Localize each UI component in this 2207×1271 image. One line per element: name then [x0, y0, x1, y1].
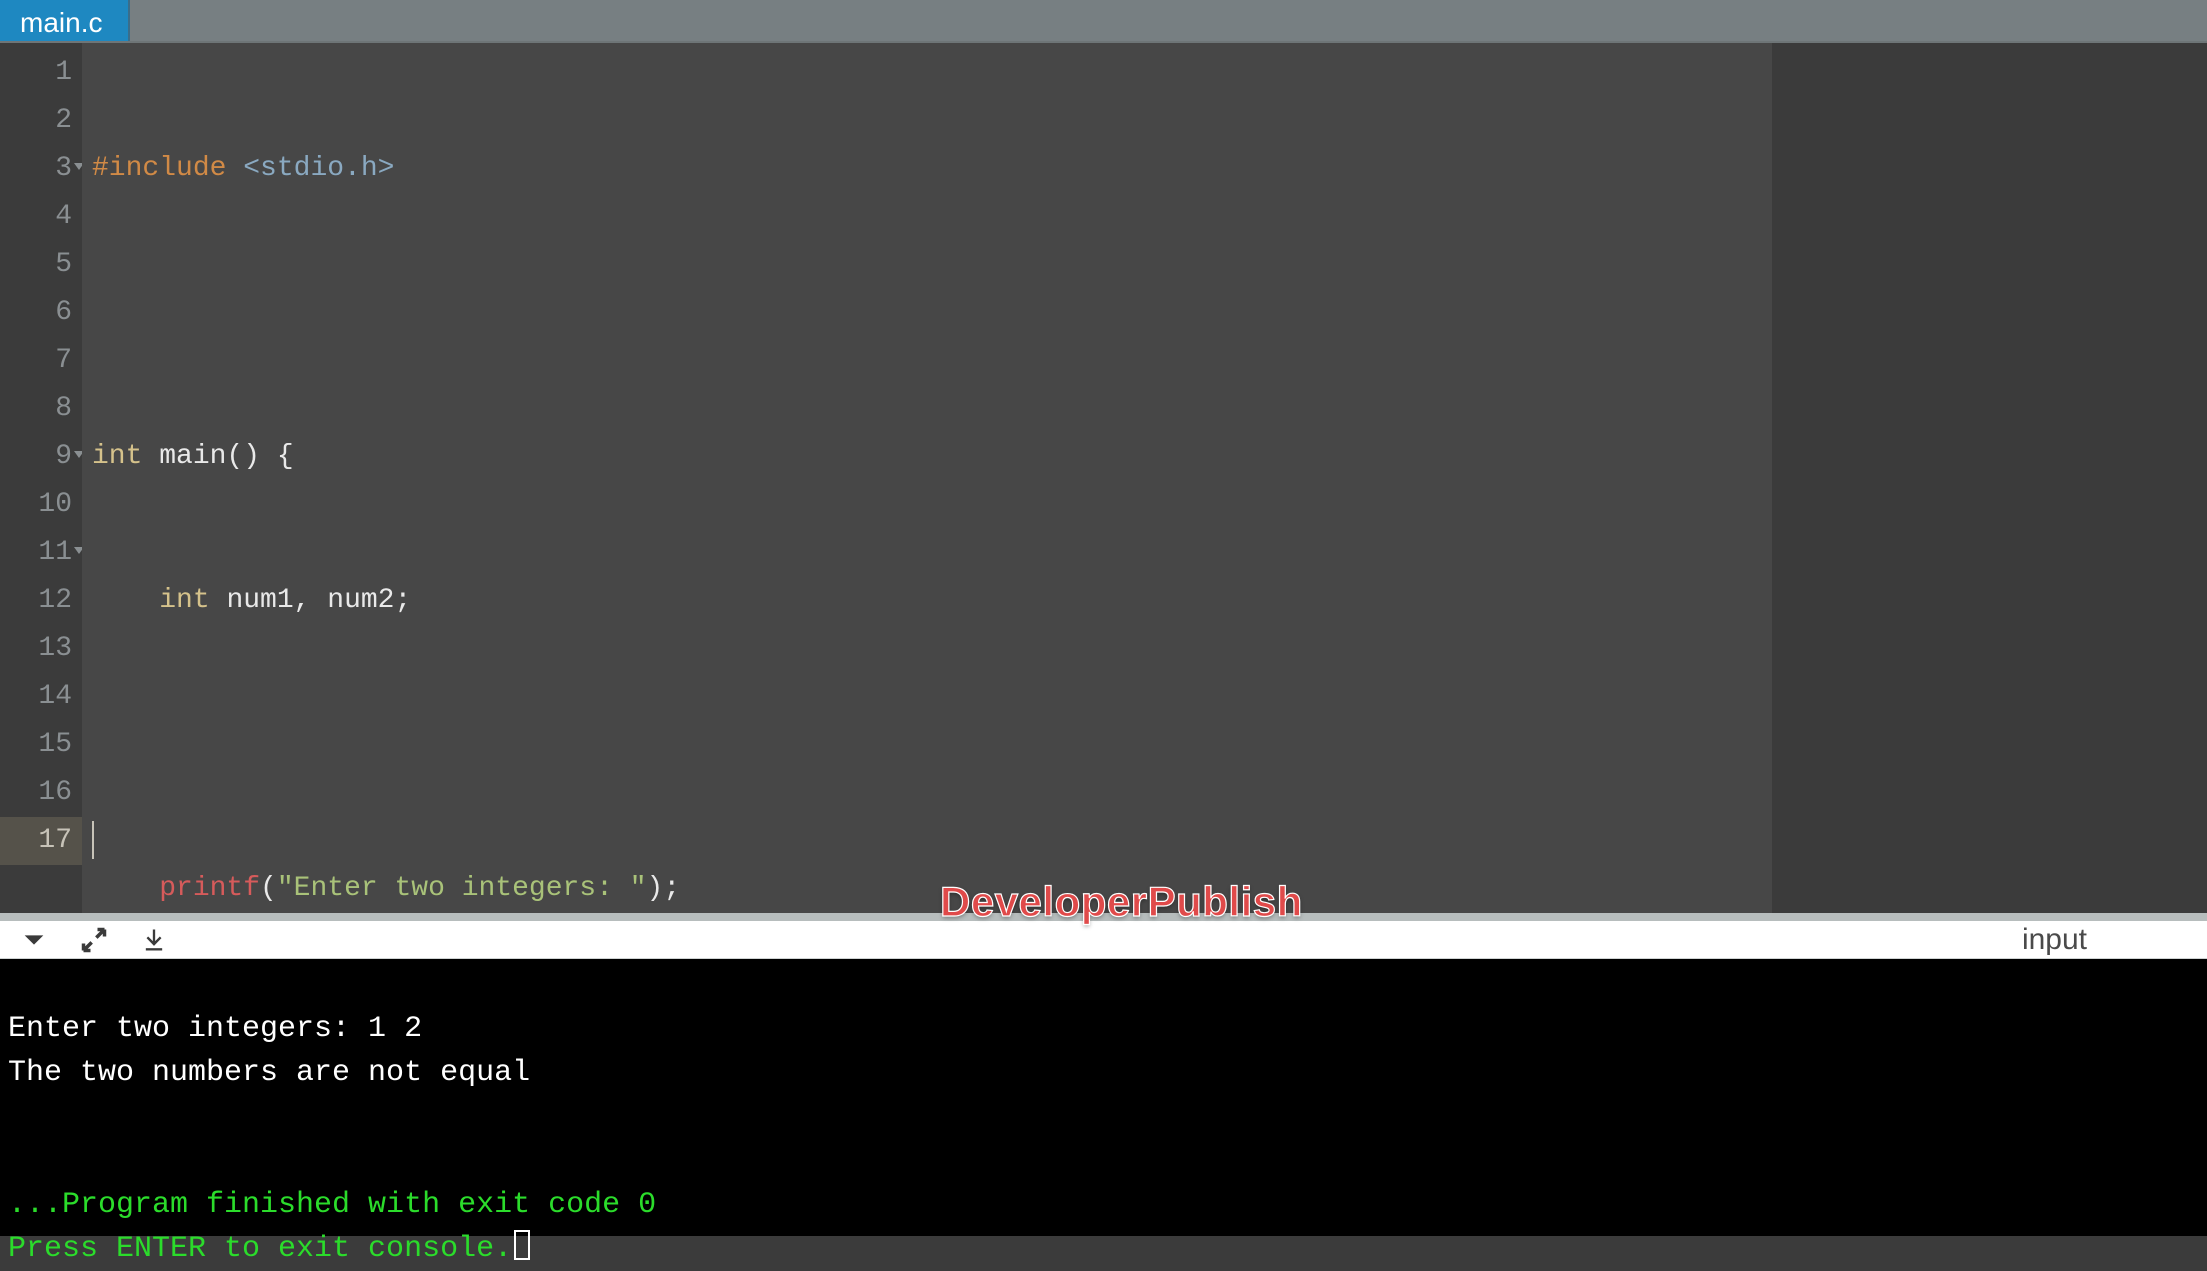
- console-line: ...Program finished with exit code 0: [8, 1188, 656, 1222]
- line-number: 3: [0, 145, 82, 193]
- code-line: printf("Enter two integers: ");: [92, 865, 1772, 913]
- tab-strip: main.c: [0, 0, 2207, 43]
- line-number: 11: [0, 529, 82, 577]
- line-number: 9: [0, 433, 82, 481]
- code-line: #include <stdio.h>: [92, 145, 1772, 193]
- line-number: 2: [0, 97, 82, 145]
- code-line: [92, 721, 1772, 769]
- line-number: 13: [0, 625, 82, 673]
- line-number: 5: [0, 241, 82, 289]
- code-line: int main() {: [92, 433, 1772, 481]
- chevron-down-icon[interactable]: [20, 926, 48, 954]
- console-line: Enter two integers: 1 2: [8, 1012, 422, 1046]
- console-cursor: [514, 1230, 530, 1260]
- line-number: 16: [0, 769, 82, 817]
- line-number: 12: [0, 577, 82, 625]
- line-number: 17: [0, 817, 82, 865]
- expand-icon[interactable]: [80, 926, 108, 954]
- line-number: 1: [0, 49, 82, 97]
- line-number: 4: [0, 193, 82, 241]
- line-number-gutter: 1234567891011121314151617: [0, 43, 82, 913]
- code-line: int num1, num2;: [92, 577, 1772, 625]
- code-area[interactable]: #include <stdio.h> int main() { int num1…: [82, 43, 1772, 913]
- tab-main-c[interactable]: main.c: [0, 0, 130, 41]
- console-line: Press ENTER to exit console.: [8, 1232, 512, 1266]
- line-number: 7: [0, 337, 82, 385]
- line-number: 8: [0, 385, 82, 433]
- line-number: 15: [0, 721, 82, 769]
- line-number: 14: [0, 673, 82, 721]
- line-number: 10: [0, 481, 82, 529]
- line-number: 6: [0, 289, 82, 337]
- console-toolbar: input: [0, 913, 2207, 959]
- text-cursor: [92, 821, 94, 859]
- console-input-label[interactable]: input: [2022, 923, 2087, 957]
- console-line: The two numbers are not equal: [8, 1056, 530, 1090]
- console-output[interactable]: Enter two integers: 1 2 The two numbers …: [0, 959, 2207, 1236]
- code-line: [92, 289, 1772, 337]
- editor-margin: [1772, 43, 2207, 913]
- code-editor[interactable]: 1234567891011121314151617 #include <stdi…: [0, 43, 2207, 913]
- download-icon[interactable]: [140, 926, 168, 954]
